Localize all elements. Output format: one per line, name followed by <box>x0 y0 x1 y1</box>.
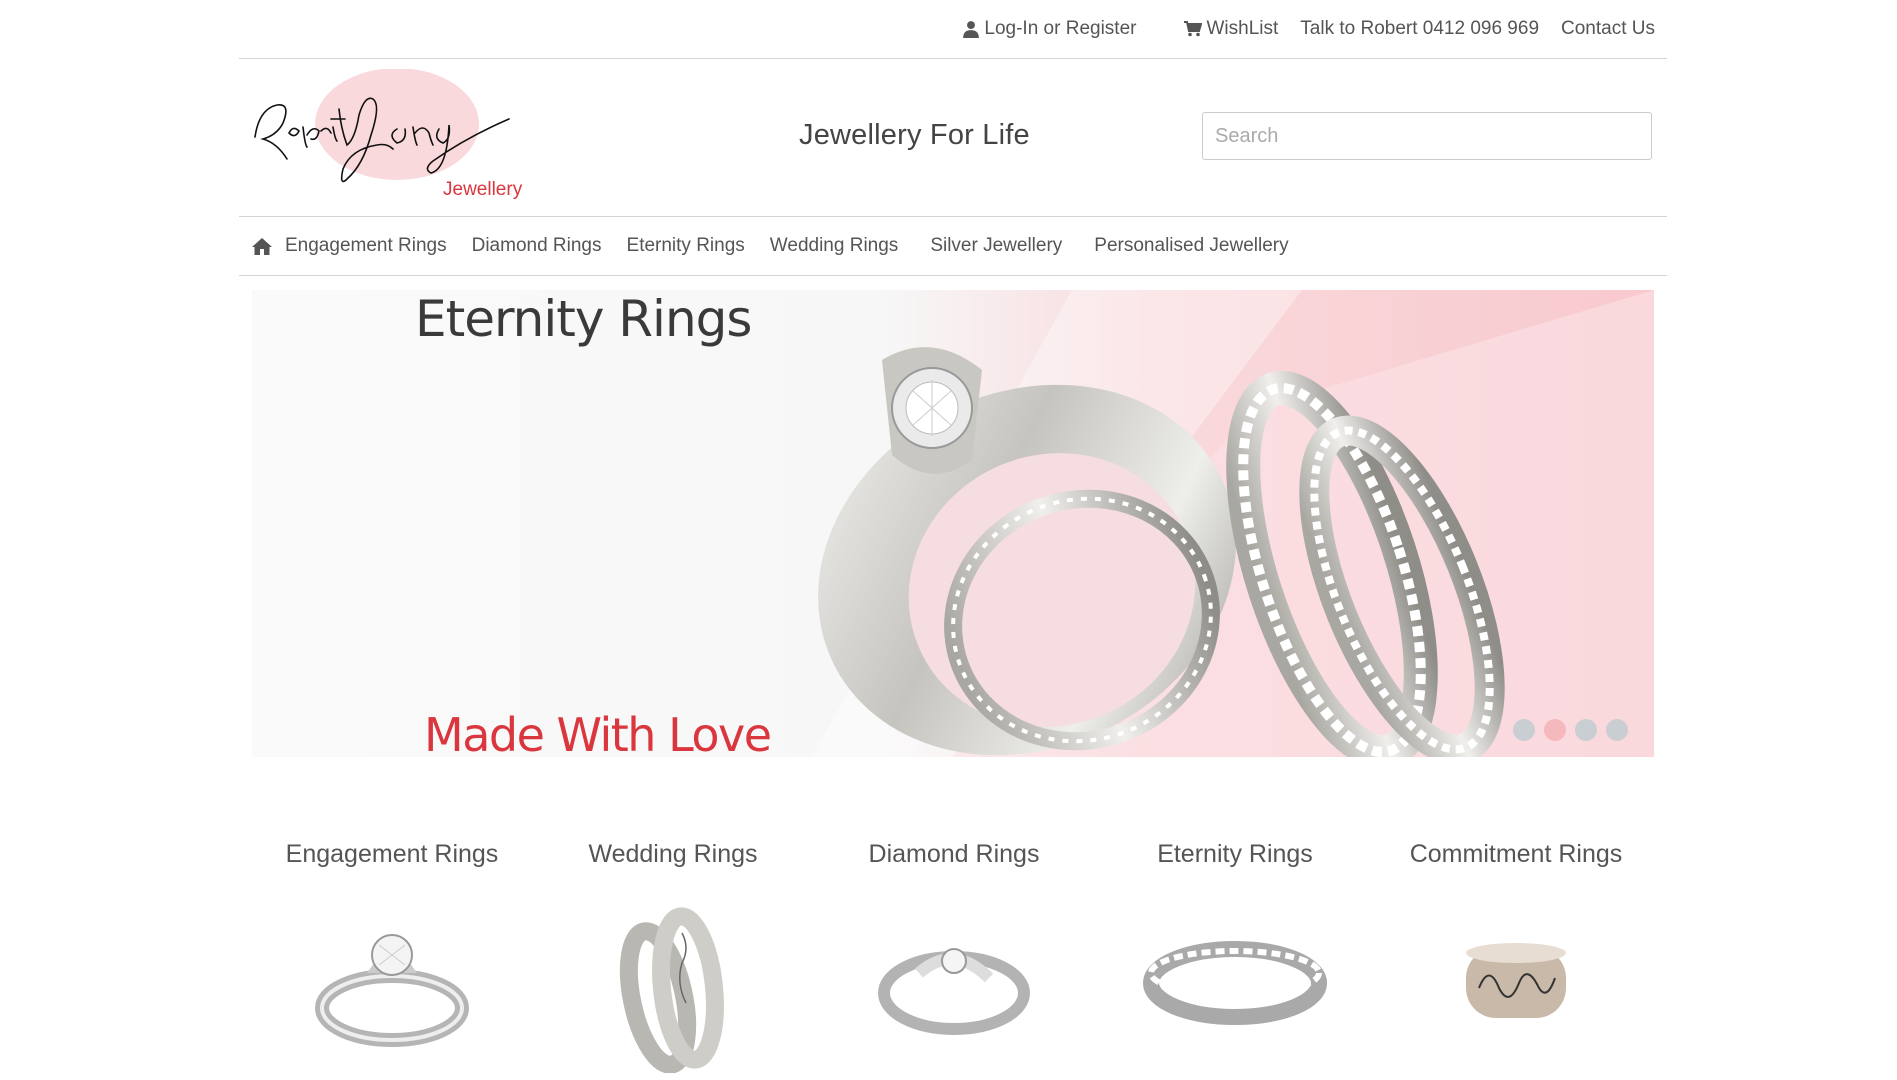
banner-subtitle: Made With Love <box>424 708 772 757</box>
carousel-dot-1[interactable] <box>1513 719 1535 741</box>
phone-label: Talk to Robert 0412 096 969 <box>1300 18 1540 39</box>
eternity-ring-image <box>1143 941 1327 1025</box>
category-eternity-rings[interactable]: Eternity Rings <box>1095 840 1375 1073</box>
wishlist-link[interactable]: WishList <box>1184 18 1278 40</box>
nav-diamond-rings[interactable]: Diamond Rings <box>472 235 602 257</box>
user-icon <box>963 21 980 38</box>
banner-title: Eternity Rings <box>415 290 752 348</box>
category-engagement-rings[interactable]: Engagement Rings <box>252 840 532 1073</box>
carousel-dot-4[interactable] <box>1606 719 1628 741</box>
category-title: Commitment Rings <box>1409 840 1623 868</box>
login-register-label: Log-In or Register <box>984 18 1137 39</box>
carousel-dot-2[interactable] <box>1544 719 1566 741</box>
carousel-indicators <box>1504 719 1628 741</box>
category-title: Engagement Rings <box>285 840 499 868</box>
nav-wedding-rings[interactable]: Wedding Rings <box>770 235 899 257</box>
wishlist-label: WishList <box>1206 18 1279 39</box>
category-grid: Engagement Rings Wedding Rings Diamond R… <box>252 840 1654 1080</box>
category-title: Wedding Rings <box>588 840 758 868</box>
category-commitment-rings[interactable]: Commitment Rings <box>1376 840 1656 1073</box>
contact-us-label: Contact Us <box>1561 18 1655 39</box>
home-icon[interactable] <box>251 236 273 256</box>
page: Log-In or Register WishList Talk to Robe… <box>0 0 1897 1080</box>
logo-jewellery-text: Jewellery <box>443 179 523 200</box>
nav-silver-jewellery[interactable]: Silver Jewellery <box>930 235 1062 257</box>
banner-rings-image <box>252 290 1654 757</box>
carousel-dot-3[interactable] <box>1575 719 1597 741</box>
category-title: Eternity Rings <box>1157 840 1313 868</box>
main-nav: Engagement Rings Diamond Rings Eternity … <box>239 217 1667 276</box>
top-bar: Log-In or Register WishList Talk to Robe… <box>239 0 1667 59</box>
search-input[interactable] <box>1202 112 1652 160</box>
header: Jewellery Jewellery For Life <box>239 59 1667 217</box>
login-register-link[interactable]: Log-In or Register <box>962 18 1136 40</box>
tagline: Jewellery For Life <box>799 119 1030 151</box>
nav-eternity-rings[interactable]: Eternity Rings <box>627 235 745 257</box>
wedding-rings-image <box>619 907 724 1073</box>
nav-engagement-rings[interactable]: Engagement Rings <box>285 235 447 257</box>
category-title: Diamond Rings <box>868 840 1040 868</box>
hero-carousel[interactable]: Eternity Rings Made With Love <box>252 290 1654 757</box>
engagement-ring-image <box>315 934 469 1047</box>
diamond-ring-image <box>878 948 1030 1035</box>
category-wedding-rings[interactable]: Wedding Rings <box>533 840 813 1073</box>
phone-link[interactable]: Talk to Robert 0412 096 969 <box>1300 18 1539 40</box>
contact-us-link[interactable]: Contact Us <box>1561 18 1655 40</box>
commitment-ring-image <box>1466 943 1566 1018</box>
logo[interactable]: Jewellery <box>247 69 537 209</box>
category-diamond-rings[interactable]: Diamond Rings <box>814 840 1094 1073</box>
cart-icon <box>1184 21 1203 37</box>
nav-personalised-jewellery[interactable]: Personalised Jewellery <box>1094 235 1288 257</box>
